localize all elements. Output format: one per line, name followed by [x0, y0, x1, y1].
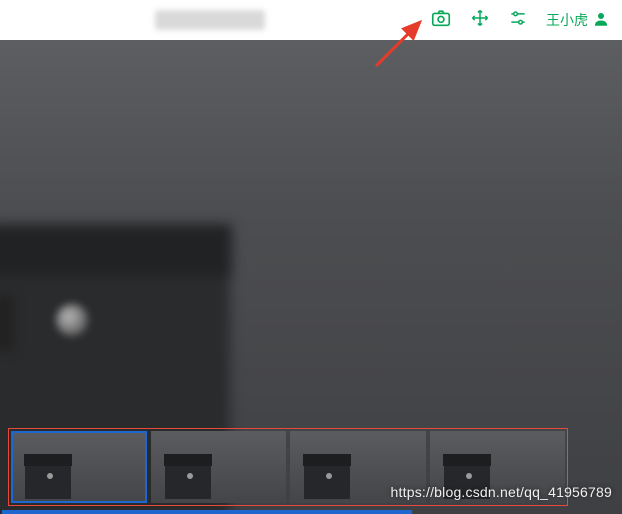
user-segment[interactable]: 王小虎: [546, 10, 610, 31]
sliders-icon: [508, 8, 528, 33]
scene-safe-hinge: [0, 296, 14, 351]
thumbnail[interactable]: [151, 431, 287, 503]
toolbar: 王小虎: [0, 0, 622, 40]
camera-icon: [430, 7, 452, 34]
progress-bar: [2, 510, 412, 514]
thumbnail[interactable]: [11, 431, 147, 503]
toolbar-title-blurred: [155, 10, 265, 30]
username-label: 王小虎: [546, 10, 588, 30]
move-button[interactable]: [470, 0, 490, 40]
settings-button[interactable]: [508, 0, 528, 40]
toolbar-right: 王小虎: [430, 0, 622, 40]
move-icon: [470, 8, 490, 33]
screenshot-button[interactable]: [430, 0, 452, 40]
watermark-text: https://blog.csdn.net/qq_41956789: [391, 484, 612, 500]
user-icon: [592, 10, 610, 31]
scene-safe-knob: [56, 304, 88, 336]
image-viewport[interactable]: https://blog.csdn.net/qq_41956789: [0, 40, 622, 514]
